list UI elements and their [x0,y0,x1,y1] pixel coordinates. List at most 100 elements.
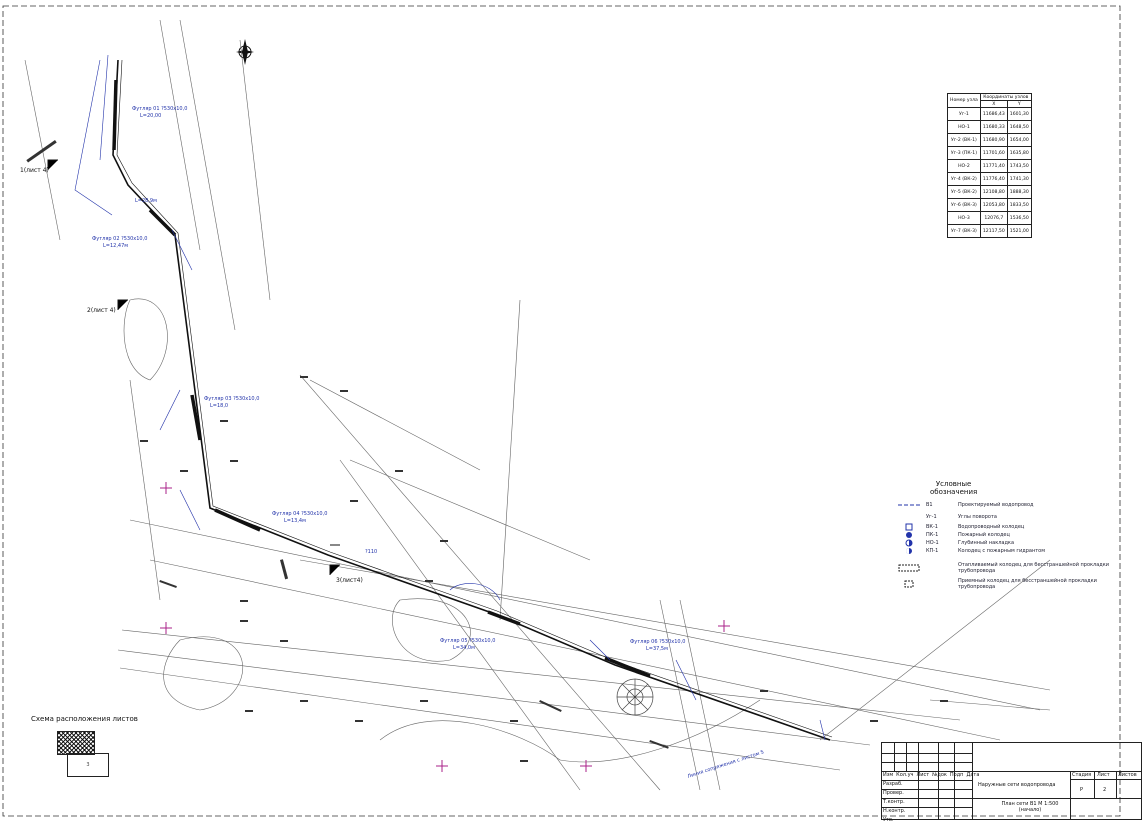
legend-item: В1 Проектируемый водопровод [898,502,1034,508]
stamp-role: Н.контр. [883,808,906,814]
table-cell-name: Уг-5 (ВК-2) [947,185,981,199]
table-cell-y: 1888,30 [1006,185,1032,199]
case6-label: Футляр 06 ?530х10,0 [630,639,685,645]
legend-item: Отапливаемый колодец для бесстраншейной … [898,562,1128,574]
case5-label: Футляр 05 ?530х10,0 [440,638,495,644]
stamp-role: Утв. [883,817,894,823]
legend-key: Уг-1 [926,514,937,520]
project-title: Наружные сети водопровода [978,782,1056,788]
stage-value: Р [1080,787,1084,793]
table-header-coords: Координаты узлов [979,93,1032,101]
table-cell-name: НО-2 [947,159,981,173]
table-row: Уг-3 (ПК-1) 11701,60 1635,80 [947,146,1032,160]
table-header-y: Y [1006,100,1032,108]
table-cell-name: НО-3 [947,211,981,225]
case3-label: Футляр 03 ?530х10,0 [204,396,259,402]
north-arrow-icon [236,39,254,65]
terrain-lines [24,19,1051,791]
table-cell-x: 12117,50 [979,224,1008,238]
legend-key: ПК-1 [926,532,939,538]
table-cell-name: Уг-1 [947,107,981,121]
table-cell-name: Уг-7 (ВК-3) [947,224,981,238]
legend-item: Уг-1 Углы поворота [898,514,997,520]
table-cell-y: 1648,50 [1006,120,1032,134]
case4-length: L=13,4м [284,518,306,524]
section-mark-1: 1(лист 4) [20,167,49,174]
legend-item: Приемный колодец для бесстраншейной прок… [898,578,1128,590]
table-cell-x: 11771,40 [979,159,1008,173]
sheet-title: План сети В1 М 1:500 (начало) [1001,801,1059,813]
legend-text: Отапливаемый колодец для бесстраншейной … [958,562,1110,574]
legend-item: КП-1 Колодец с пожарным гидрантом [898,547,1045,555]
table-row: Уг-7 (ВК-3) 12117,50 1521,00 [947,224,1032,238]
table-cell-x: 11776,40 [979,172,1008,186]
terrain-markers [26,140,948,762]
case1-label: Футляр 01 ?530х10,0 [132,106,187,112]
grid-crosses [160,482,730,772]
title-block: Изм Кол.уч Лист №док Подп Дата Разраб. Провер.… [881,742,1142,823]
case1-length: L=20,00 [140,113,161,119]
legend-symbol-icon [898,564,920,572]
legend-key: ВК-1 [926,524,938,530]
stamp-column-label: Дата [966,772,980,778]
legend-symbol-icon [898,523,920,531]
table-cell-y: 1833,50 [1006,198,1032,212]
legend-item: ПК-1 Пожарный колодец [898,531,1010,539]
legend-symbol-icon [898,531,920,539]
stamp-role: Разраб. [883,781,903,787]
pipe-diameter-label: ?110 [365,549,377,555]
legend-text: Колодец с пожарным гидрантом [958,548,1045,554]
table-cell-y: 1741,30 [1006,172,1032,186]
table-cell-name: Уг-2 (ВК-1) [947,133,981,147]
next-sheet-box: 3 [67,753,109,777]
table-row: Уг-1 11686,43 1601,30 [947,107,1032,121]
legend-key: В1 [926,502,933,508]
legend-symbol-icon [898,539,920,547]
table-header-x: X [979,100,1008,108]
segment-length-label: L=28,9м [135,198,157,204]
sheet-header: Лист [1097,772,1110,778]
section-mark-3: 3(лист4) [336,577,363,584]
case4-label: Футляр 04 ?530х10,0 [272,511,327,517]
stamp-column-label: Подп [949,772,964,778]
legend-key: КП-1 [926,548,939,554]
table-cell-x: 11680,90 [979,133,1008,147]
legend-text: Углы поворота [958,514,997,520]
table-row: НО-1 11680,33 1648,50 [947,120,1032,134]
table-row: Уг-5 (ВК-2) 12108,80 1888,30 [947,185,1032,199]
table-cell-x: 11701,60 [979,146,1008,160]
casing-segments [112,79,651,678]
stage-header: Стадия [1072,772,1092,778]
table-cell-x: 12076,7 [979,211,1008,225]
case3-length: L=18,0 [210,403,228,409]
table-cell-x: 12108,80 [979,185,1008,199]
stamp-column-label: №док [932,772,947,778]
sheet-value: 2 [1103,787,1107,793]
table-row: НО-2 11771,40 1743,50 [947,159,1032,173]
node-coordinates-table: Номер узла Координаты узлов X Y Уг-1 1168… [947,93,1032,238]
table-cell-x: 12053,80 [979,198,1008,212]
table-cell-name: Уг-6 (ВК-3) [947,198,981,212]
legend-item: НО-1 Глубинный накладка [898,539,1014,547]
section-mark-2: 2(лист 4) [87,307,116,314]
table-row: Уг-6 (ВК-3) 12053,80 1833,50 [947,198,1032,212]
table-cell-y: 1601,30 [1006,107,1032,121]
stamp-column-label: Изм [883,772,894,778]
table-cell-name: НО-1 [947,120,981,134]
legend-text: Пожарный колодец [958,532,1010,538]
legend-key: НО-1 [926,540,939,546]
legend-symbol-icon [898,580,920,588]
table-row: НО-3 12076,7 1536,50 [947,211,1032,225]
case2-label: Футляр 02 ?530х10,0 [92,236,147,242]
sheet-scheme-label: Схема расположения листов [31,715,138,723]
sheets-header: Листов [1118,772,1137,778]
legend-item: ВК-1 Водопроводный колодец [898,523,1024,531]
table-cell-y: 1521,00 [1006,224,1032,238]
table-row: Уг-2 (ВК-1) 11680,90 1654,00 [947,133,1032,147]
table-header-node: Номер узла [947,93,981,108]
legend-text: Глубинный накладка [958,540,1015,546]
stamp-column-label: Кол.уч [896,772,914,778]
legend-symbol-icon [898,503,920,507]
table-cell-x: 11680,33 [979,120,1008,134]
table-cell-y: 1743,50 [1006,159,1032,173]
